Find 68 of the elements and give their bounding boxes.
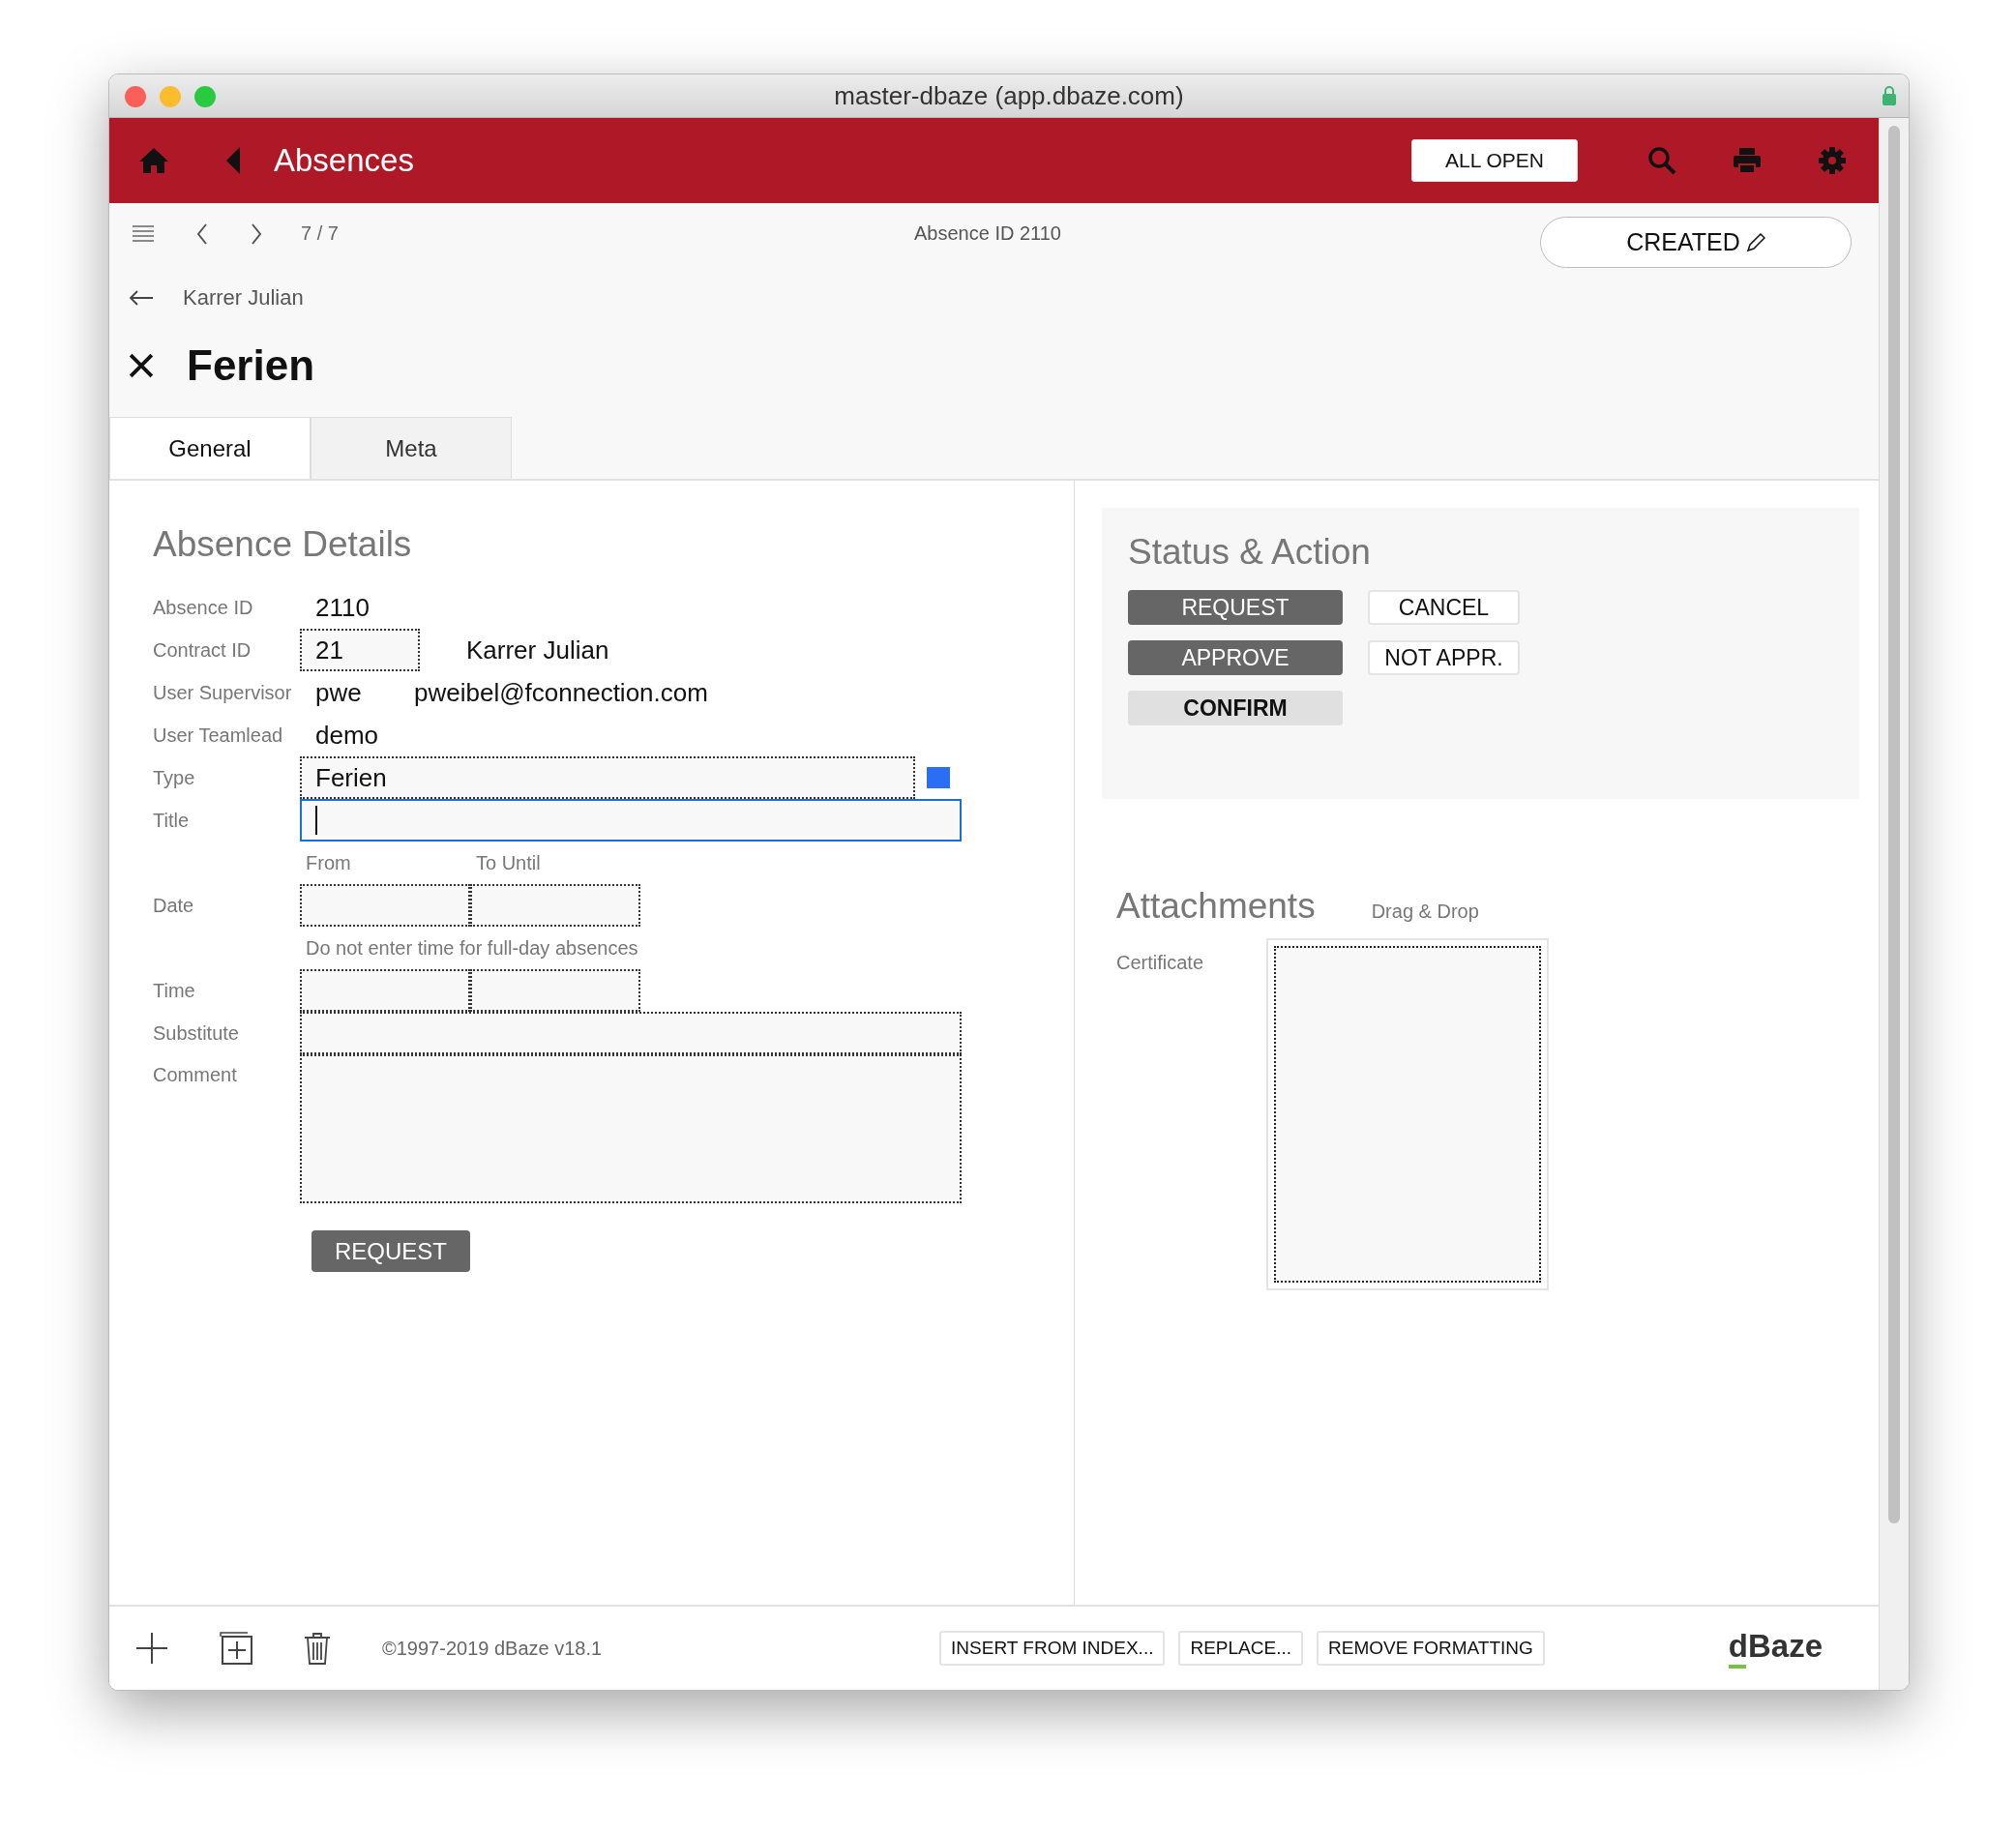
duplicate-icon[interactable] (220, 1632, 252, 1665)
input-field[interactable]: 21 (300, 629, 420, 671)
field-label: Title (153, 809, 191, 832)
field-label: Type (153, 766, 196, 789)
tab[interactable]: Meta (311, 417, 512, 479)
input-field[interactable] (300, 799, 962, 842)
field-value: 2110 (314, 592, 371, 623)
field-label: Comment (153, 1064, 238, 1086)
search-icon[interactable] (1647, 146, 1676, 175)
window-title: master-dbaze (app.dbaze.com) (834, 80, 1184, 111)
tab[interactable]: General (109, 417, 311, 479)
pencil-icon (1745, 232, 1765, 252)
footer-button[interactable]: INSERT FROM INDEX... (939, 1631, 1166, 1666)
arrow-left-icon[interactable] (129, 290, 154, 306)
print-icon[interactable] (1733, 147, 1762, 174)
field-value: Karrer Julian (466, 635, 609, 665)
close-window-button[interactable] (125, 86, 146, 107)
breadcrumb-link[interactable]: Karrer Julian (183, 285, 304, 310)
footer-button[interactable]: REPLACE... (1178, 1631, 1303, 1666)
back-triangle-icon[interactable] (225, 146, 241, 175)
field-label: Substitute (153, 1021, 240, 1045)
drag-drop-hint: Drag & Drop (1371, 901, 1479, 924)
record-id-label: Absence ID 2110 (914, 222, 1061, 245)
record-position: 7 / 7 (301, 222, 339, 245)
input-field[interactable] (300, 884, 470, 927)
status-button[interactable]: CREATED (1540, 217, 1852, 268)
field-sublabel: From (305, 851, 352, 874)
lock-icon (1882, 85, 1897, 106)
copyright-text: ©1997-2019 dBaze v18.1 (382, 1637, 603, 1660)
footer-button[interactable]: REMOVE FORMATTING (1317, 1631, 1545, 1666)
field-label: Absence ID (153, 596, 254, 619)
input-field[interactable] (300, 969, 470, 1012)
action-button[interactable]: REQUEST (1128, 590, 1343, 625)
field-value: demo (314, 720, 380, 751)
all-open-button[interactable]: ALL OPEN (1411, 139, 1578, 182)
field-label: Time (153, 979, 196, 1002)
hint-text: Do not enter time for full-day absences (305, 936, 638, 960)
section-heading: Attachments (1116, 886, 1316, 927)
select-field[interactable]: Ferien (300, 756, 915, 799)
input-field[interactable] (300, 1012, 962, 1054)
scrollbar-thumb[interactable] (1888, 126, 1900, 1523)
field-label: User Teamlead (153, 724, 284, 747)
plus-icon[interactable] (135, 1632, 168, 1665)
section-heading: Absence Details (153, 524, 413, 565)
field-sublabel: To Until (475, 851, 542, 874)
home-icon[interactable] (138, 146, 169, 175)
input-field[interactable] (470, 969, 640, 1012)
field-label: Contract ID (153, 638, 252, 662)
action-button[interactable]: CONFIRM (1128, 691, 1343, 725)
chevron-left-icon[interactable] (196, 222, 208, 245)
chevron-right-icon[interactable] (251, 222, 262, 245)
field-label: Certificate (1116, 952, 1205, 975)
action-button[interactable]: NOT APPR. (1368, 640, 1520, 675)
record-title: Ferien (187, 341, 315, 390)
request-button[interactable]: REQUEST (311, 1230, 470, 1272)
field-label: User Supervisor (153, 681, 293, 704)
field-value: pweibel@fconnection.com (414, 677, 708, 708)
section-heading: Status & Action (1128, 532, 1372, 573)
field-label: Date (153, 894, 195, 917)
input-field[interactable] (470, 884, 640, 927)
action-button[interactable]: APPROVE (1128, 640, 1343, 675)
menu-icon[interactable] (133, 224, 154, 243)
close-icon[interactable] (129, 353, 154, 378)
trash-icon[interactable] (304, 1632, 331, 1665)
color-swatch-icon (927, 767, 950, 788)
action-button[interactable]: CANCEL (1368, 590, 1520, 625)
page-title: Absences (274, 142, 414, 179)
settings-icon[interactable] (1818, 146, 1847, 175)
